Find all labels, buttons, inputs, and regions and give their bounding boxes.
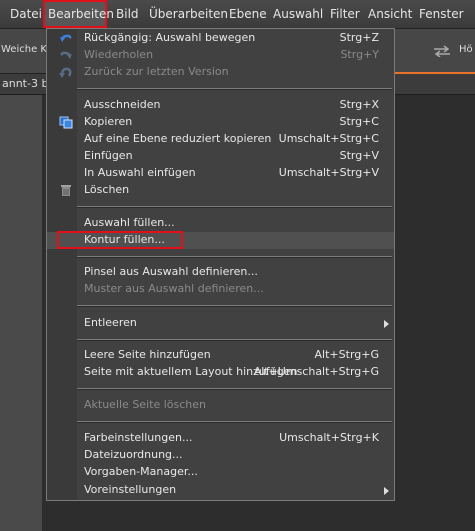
menu-item-label: In Auswahl einfügen [84, 166, 196, 179]
menu-item-label: Vorgaben-Manager... [84, 465, 198, 478]
menu-item-copy[interactable]: Kopieren Strg+C [47, 114, 394, 131]
menu-item-define-brush[interactable]: Pinsel aus Auswahl definieren... [47, 264, 394, 281]
menu-item-label: Ausschneiden [84, 98, 161, 111]
menu-item-fill-selection[interactable]: Auswahl füllen... [47, 215, 394, 232]
menu-item-label: Rückgängig: Auswahl bewegen [84, 31, 256, 44]
trash-icon [61, 185, 71, 196]
menu-item-label: Pinsel aus Auswahl definieren... [84, 265, 258, 278]
menu-item-color-settings[interactable]: Farbeinstellungen... Umschalt+Strg+K [47, 430, 394, 447]
menu-ebene[interactable]: Ebene [226, 0, 270, 28]
redo-icon [60, 51, 72, 59]
menu-separator [77, 256, 392, 258]
highlight-annotation-box [57, 231, 183, 249]
menu-item-label: Auf eine Ebene reduziert kopieren [84, 132, 272, 145]
undo-icon [60, 34, 72, 42]
menu-item-shortcut: Alt+Strg+G [314, 348, 379, 361]
menu-separator [77, 388, 392, 390]
menu-item-file-association[interactable]: Dateizuordnung... [47, 447, 394, 464]
menu-item-preset-manager[interactable]: Vorgaben-Manager... [47, 464, 394, 481]
menu-item-undo[interactable]: Rückgängig: Auswahl bewegen Strg+Z [47, 30, 394, 47]
menu-item-shortcut: Alt+Umschalt+Strg+G [253, 365, 379, 378]
menu-item-revert: Zurück zur letzten Version [47, 64, 394, 81]
document-tab[interactable]: annt-3 b [2, 77, 48, 90]
menu-ueberarbeiten[interactable]: Überarbeiten [146, 0, 231, 28]
menu-item-delete-page: Aktuelle Seite löschen [47, 397, 394, 414]
menu-item-shortcut: Umschalt+Strg+C [278, 132, 379, 145]
menu-item-shortcut: Strg+Z [339, 31, 379, 44]
menu-bar: Datei Bearbeiten Bild Überarbeiten Ebene… [0, 0, 475, 29]
submenu-arrow-icon [384, 487, 389, 495]
menu-filter[interactable]: Filter [327, 0, 363, 28]
menu-item-label: Voreinstellungen [84, 483, 177, 496]
menu-separator [77, 339, 392, 341]
menu-item-label: Leere Seite hinzufügen [84, 348, 211, 361]
menu-item-label: Kopieren [84, 115, 133, 128]
menu-item-label: Auswahl füllen... [84, 216, 175, 229]
menu-item-delete[interactable]: Löschen [47, 182, 394, 199]
submenu-arrow-icon [384, 320, 389, 328]
menu-bearbeiten[interactable]: Bearbeiten [43, 0, 114, 28]
menu-fenster[interactable]: Fenster [416, 0, 467, 28]
menu-item-label: Einfügen [84, 149, 133, 162]
swap-arrows-icon[interactable] [432, 45, 452, 57]
menu-item-shortcut: Strg+Y [340, 48, 379, 61]
menu-bild[interactable]: Bild [113, 0, 142, 28]
menu-separator [77, 421, 392, 423]
edit-menu-dropdown: Rückgängig: Auswahl bewegen Strg+Z Wiede… [46, 28, 395, 501]
menu-item-label: Zurück zur letzten Version [84, 65, 229, 78]
menu-item-label: Farbeinstellungen... [84, 431, 193, 444]
menu-item-label: Aktuelle Seite löschen [84, 398, 206, 411]
menu-item-shortcut: Strg+V [339, 149, 379, 162]
menu-ansicht[interactable]: Ansicht [365, 0, 415, 28]
menu-separator [77, 206, 392, 208]
menu-item-cut[interactable]: Ausschneiden Strg+X [47, 97, 394, 114]
menu-item-label: Muster aus Auswahl definieren... [84, 282, 264, 295]
menu-item-define-pattern: Muster aus Auswahl definieren... [47, 281, 394, 298]
menu-item-paste[interactable]: Einfügen Strg+V [47, 148, 394, 165]
menu-item-copy-merged[interactable]: Auf eine Ebene reduziert kopieren Umscha… [47, 131, 394, 148]
menu-item-paste-into[interactable]: In Auswahl einfügen Umschalt+Strg+V [47, 165, 394, 182]
menu-separator [77, 305, 392, 307]
tools-panel [0, 95, 42, 531]
revert-icon [59, 67, 72, 78]
menu-item-shortcut: Strg+C [339, 115, 379, 128]
menu-datei[interactable]: Datei [7, 0, 45, 28]
copy-icon [59, 116, 73, 129]
menu-item-preferences[interactable]: Voreinstellungen [47, 482, 394, 499]
menu-item-label: Entleeren [84, 316, 137, 329]
menu-separator [77, 88, 392, 90]
menu-item-label: Wiederholen [84, 48, 154, 61]
menu-item-redo: Wiederholen Strg+Y [47, 47, 394, 64]
menu-item-purge[interactable]: Entleeren [47, 315, 394, 332]
menu-item-shortcut: Umschalt+Strg+K [279, 431, 379, 444]
menu-item-shortcut: Umschalt+Strg+V [278, 166, 379, 179]
height-label: Hö [459, 44, 473, 55]
menu-item-add-page-layout[interactable]: Seite mit aktuellem Layout hinzufügen Al… [47, 364, 394, 381]
menu-auswahl[interactable]: Auswahl [270, 0, 326, 28]
menu-item-label: Löschen [84, 183, 130, 196]
menu-item-label: Dateizuordnung... [84, 448, 183, 461]
menu-item-add-blank-page[interactable]: Leere Seite hinzufügen Alt+Strg+G [47, 347, 394, 364]
menu-item-shortcut: Strg+X [339, 98, 379, 111]
